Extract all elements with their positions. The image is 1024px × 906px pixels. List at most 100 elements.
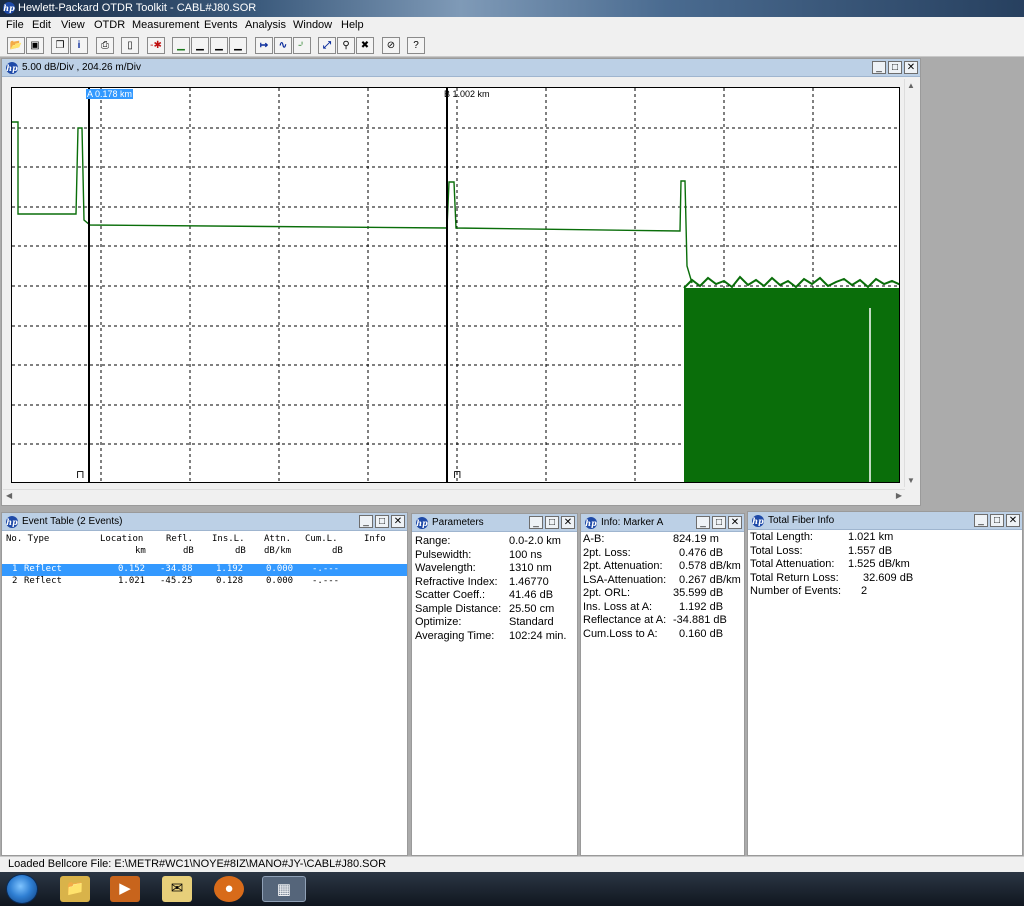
parameters-titlebar: hp Parameters _ □ ✕ bbox=[412, 514, 577, 532]
menu-measurement[interactable]: Measurement bbox=[132, 19, 199, 31]
device-icon[interactable]: ▯ bbox=[121, 37, 139, 54]
minimize-icon[interactable]: _ bbox=[872, 61, 886, 74]
info-label: Ins. Loss at A: bbox=[583, 601, 653, 613]
horizontal-scrollbar[interactable]: ◀ ▶ bbox=[3, 489, 905, 503]
trace-window-title: 5.00 dB/Div , 204.26 m/Div bbox=[22, 62, 141, 73]
event-table-header: No. Type Location km Refl. dB Ins.L. dB … bbox=[2, 534, 407, 560]
close-icon[interactable]: ✕ bbox=[1006, 514, 1020, 527]
marker-b-label[interactable]: B 1.002 km bbox=[443, 89, 491, 99]
info-label: 2pt. Attenuation: bbox=[583, 560, 663, 572]
col-refl-unit: dB bbox=[183, 546, 194, 556]
level-icon-3[interactable]: ▁ bbox=[210, 37, 228, 54]
marker-info-title: Info: Marker A bbox=[601, 517, 664, 528]
col-no-type: No. Type bbox=[6, 534, 50, 544]
maximize-icon[interactable]: □ bbox=[712, 516, 726, 529]
total-label: Number of Events: bbox=[750, 585, 842, 597]
splice-icon[interactable]: ∿ bbox=[274, 37, 292, 54]
open-icon[interactable]: 📂 bbox=[7, 37, 25, 54]
param-label: Wavelength: bbox=[415, 562, 476, 574]
minimize-icon[interactable]: _ bbox=[529, 516, 543, 529]
start-icon[interactable] bbox=[6, 874, 38, 904]
hp-logo-icon: hp bbox=[416, 517, 428, 529]
span-icon[interactable]: ↦ bbox=[255, 37, 273, 54]
minimize-icon[interactable]: _ bbox=[696, 516, 710, 529]
explorer-icon[interactable]: 📁 bbox=[60, 876, 90, 902]
menu-edit[interactable]: Edit bbox=[32, 19, 51, 31]
taskbar: 📁 ▶ ✉ ● ▦ bbox=[0, 872, 1024, 906]
pulse-glyph-b: ⊓ bbox=[453, 468, 462, 481]
reflect-icon[interactable]: ⌏ bbox=[293, 37, 311, 54]
close-icon[interactable]: ✕ bbox=[904, 61, 918, 74]
hp-logo-icon: hp bbox=[3, 2, 15, 14]
event-table-window: hp Event Table (2 Events) _ □ ✕ No. Type L… bbox=[1, 512, 408, 856]
scroll-right-icon[interactable]: ▶ bbox=[896, 491, 902, 500]
marker-a-label[interactable]: A 0.178 km bbox=[86, 89, 134, 99]
maximize-icon[interactable]: □ bbox=[990, 514, 1004, 527]
close-icon[interactable]: ✕ bbox=[391, 515, 405, 528]
cell-insl: 1.192 bbox=[216, 564, 244, 574]
minimize-icon[interactable]: _ bbox=[974, 514, 988, 527]
cell-insl: 0.128 bbox=[216, 576, 244, 586]
param-value: 25.50 cm bbox=[509, 603, 555, 615]
total-fiber-title: Total Fiber Info bbox=[768, 515, 835, 526]
app-title: Hewlett-Packard OTDR Toolkit - CABL#J80.… bbox=[18, 2, 257, 14]
level-icon-2[interactable]: ▁ bbox=[191, 37, 209, 54]
event-marker-icon[interactable]: -✱ bbox=[147, 37, 165, 54]
menu-bar: File Edit View OTDR Measurement Events A… bbox=[0, 17, 1024, 35]
menu-file[interactable]: File bbox=[6, 19, 24, 31]
col-insl-unit: dB bbox=[235, 546, 246, 556]
param-value: 102:24 min. bbox=[509, 630, 567, 642]
close-icon[interactable]: ✕ bbox=[561, 516, 575, 529]
copy-icon[interactable]: ❐ bbox=[51, 37, 69, 54]
total-value: 1.021 km bbox=[848, 531, 894, 543]
save-icon[interactable]: ▣ bbox=[26, 37, 44, 54]
total-label: Total Loss: bbox=[750, 545, 803, 557]
info-value: 1.192 dB bbox=[679, 601, 724, 613]
close-icon[interactable]: ✕ bbox=[728, 516, 742, 529]
level-icon-4[interactable]: ▁ bbox=[229, 37, 247, 54]
help-icon[interactable]: ? bbox=[407, 37, 425, 54]
parameters-title: Parameters bbox=[432, 517, 484, 528]
total-value: 2 bbox=[861, 585, 868, 597]
cell-attn: 0.000 bbox=[266, 564, 294, 574]
menu-help[interactable]: Help bbox=[341, 19, 364, 31]
cell-refl: -34.88 bbox=[160, 564, 193, 574]
table-row[interactable]: 1 Reflect 0.152 -34.88 1.192 0.000 -.--- bbox=[2, 564, 407, 576]
mail-icon[interactable]: ✉ bbox=[162, 876, 192, 902]
param-label: Scatter Coeff.: bbox=[415, 589, 486, 601]
menu-otdr[interactable]: OTDR bbox=[94, 19, 125, 31]
firefox-icon[interactable]: ● bbox=[214, 876, 244, 902]
table-row[interactable]: 2 Reflect 1.021 -45.25 0.128 0.000 -.--- bbox=[2, 576, 407, 588]
total-fiber-window: hp Total Fiber Info _ □ ✕ Total Length: 1.… bbox=[747, 511, 1023, 856]
maximize-icon[interactable]: □ bbox=[545, 516, 559, 529]
info-icon[interactable]: i bbox=[70, 37, 88, 54]
scroll-up-icon[interactable]: ▲ bbox=[907, 81, 915, 90]
status-bar: Loaded Bellcore File: E:\METR#WC1\NOYE#8… bbox=[0, 856, 1024, 872]
otdr-toolkit-icon[interactable]: ▦ bbox=[262, 876, 306, 902]
minimize-icon[interactable]: _ bbox=[359, 515, 373, 528]
auto-icon[interactable]: ⤢ bbox=[318, 37, 336, 54]
maximize-icon[interactable]: □ bbox=[375, 515, 389, 528]
vertical-scrollbar[interactable]: ▲ ▼ bbox=[904, 79, 919, 487]
zoom-icon[interactable]: ⚲ bbox=[337, 37, 355, 54]
media-player-icon[interactable]: ▶ bbox=[110, 876, 140, 902]
param-label: Pulsewidth: bbox=[415, 549, 472, 561]
cancel-icon[interactable]: ⊘ bbox=[382, 37, 400, 54]
zoom-reset-icon[interactable]: ✖ bbox=[356, 37, 374, 54]
col-info: Info bbox=[364, 534, 386, 544]
menu-window[interactable]: Window bbox=[293, 19, 332, 31]
maximize-icon[interactable]: □ bbox=[888, 61, 902, 74]
scroll-down-icon[interactable]: ▼ bbox=[907, 476, 915, 485]
print-icon[interactable]: ⎙ bbox=[96, 37, 114, 54]
menu-analysis[interactable]: Analysis bbox=[245, 19, 286, 31]
param-value: 0.0-2.0 km bbox=[509, 535, 561, 547]
menu-view[interactable]: View bbox=[61, 19, 85, 31]
otdr-trace-plot[interactable]: ⊓ ⊓ bbox=[11, 87, 900, 483]
parameters-window: hp Parameters _ □ ✕ Range: 0.0-2.0 km Puls… bbox=[411, 513, 578, 856]
info-value: 0.267 dB/km bbox=[679, 574, 741, 586]
level-icon-1[interactable]: ▁ bbox=[172, 37, 190, 54]
info-value: -34.881 dB bbox=[673, 614, 727, 626]
cell-location: 1.021 bbox=[118, 576, 146, 586]
scroll-left-icon[interactable]: ◀ bbox=[6, 491, 12, 500]
menu-events[interactable]: Events bbox=[204, 19, 238, 31]
